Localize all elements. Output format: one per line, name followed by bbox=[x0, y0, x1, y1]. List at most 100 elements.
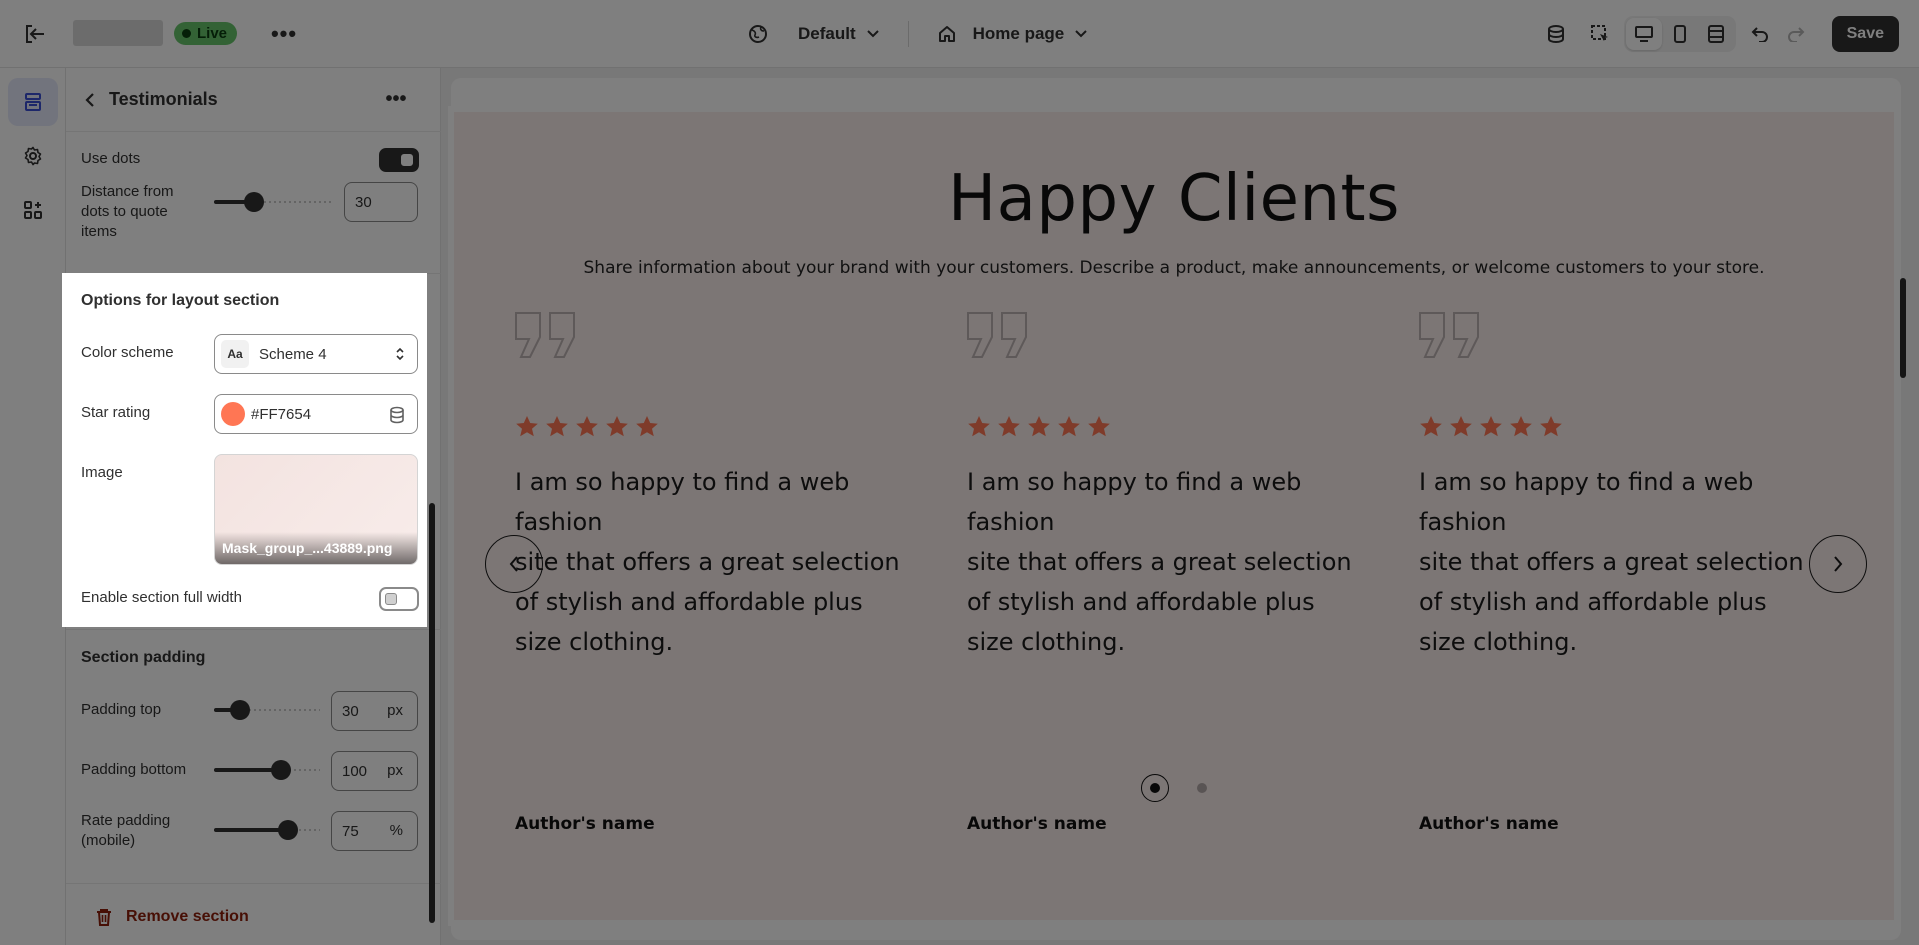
sections-icon[interactable] bbox=[8, 78, 58, 126]
device-toggle-group bbox=[1623, 16, 1736, 52]
rate-padding-value: 75 bbox=[342, 822, 359, 840]
testimonials-preview[interactable]: Happy Clients Share information about yo… bbox=[448, 106, 1900, 926]
padding-top-slider[interactable] bbox=[214, 700, 320, 720]
color-scheme-label: Color scheme bbox=[81, 344, 174, 361]
chevron-down-icon bbox=[866, 30, 879, 38]
padding-top-input[interactable]: 30 px bbox=[331, 691, 418, 731]
full-width-toggle[interactable] bbox=[379, 587, 419, 611]
chevron-left-icon bbox=[509, 556, 518, 572]
panel-header: Testimonials ••• bbox=[66, 68, 441, 132]
star-icon bbox=[1420, 416, 1442, 437]
star-icon bbox=[1088, 416, 1110, 437]
slider-thumb[interactable] bbox=[230, 700, 250, 720]
panel-more-button[interactable]: ••• bbox=[382, 86, 410, 112]
star-rating-color-input[interactable]: #FF7654 bbox=[214, 394, 418, 434]
star-icon bbox=[998, 416, 1020, 437]
star-rating bbox=[1419, 415, 1563, 437]
next-arrow-button[interactable] bbox=[1809, 535, 1867, 593]
toggle-knob bbox=[385, 593, 397, 605]
apps-icon[interactable] bbox=[8, 186, 58, 234]
panel-divider bbox=[66, 629, 441, 630]
section-padding-heading: Section padding bbox=[81, 649, 206, 666]
redo-icon[interactable] bbox=[1778, 16, 1814, 52]
page-dropdown-label: Home page bbox=[972, 24, 1065, 43]
padding-bottom-unit: px bbox=[387, 762, 403, 779]
layout-options-highlight: Options for layout section Color scheme … bbox=[62, 273, 427, 627]
topbar-divider bbox=[907, 21, 909, 47]
panel-scrollbar[interactable] bbox=[428, 143, 436, 945]
preview-subtitle: Share information about your brand with … bbox=[583, 258, 1765, 278]
distance-slider[interactable] bbox=[214, 192, 334, 212]
fullscreen-view-icon[interactable] bbox=[1698, 18, 1734, 50]
color-scheme-value: Scheme 4 bbox=[259, 345, 327, 363]
trash-icon bbox=[97, 909, 111, 926]
back-arrow-icon[interactable] bbox=[78, 88, 102, 112]
globe-icon bbox=[749, 25, 767, 43]
home-icon bbox=[938, 26, 955, 42]
slider-fill bbox=[214, 828, 288, 832]
star-icon bbox=[1028, 416, 1050, 437]
image-label: Image bbox=[81, 464, 123, 481]
testimonial-text: I am so happy to find a web fashion site… bbox=[967, 468, 1352, 656]
rate-padding-slider[interactable] bbox=[214, 820, 320, 840]
testimonial-text: I am so happy to find a web fashion site… bbox=[515, 468, 900, 656]
database-icon[interactable] bbox=[1538, 16, 1574, 52]
use-dots-toggle[interactable] bbox=[379, 148, 419, 172]
live-dot-icon bbox=[182, 29, 191, 38]
store-logo bbox=[73, 20, 163, 46]
star-icon bbox=[1450, 416, 1472, 437]
preview-title: Happy Clients bbox=[948, 162, 1400, 236]
more-actions-button[interactable]: ••• bbox=[270, 21, 298, 46]
distance-input[interactable]: 30 bbox=[344, 182, 418, 222]
theme-dropdown-label: Default bbox=[798, 24, 856, 43]
database-icon[interactable] bbox=[389, 406, 405, 424]
full-width-label: Enable section full width bbox=[81, 589, 242, 606]
color-scheme-select[interactable]: Aa Scheme 4 bbox=[214, 334, 418, 374]
preview-scrollbar[interactable] bbox=[1898, 78, 1908, 940]
slider-thumb[interactable] bbox=[271, 760, 291, 780]
top-bar: Live ••• Default Home page Save bbox=[0, 0, 1919, 68]
testimonial-card: I am so happy to find a web fashion site… bbox=[967, 312, 1387, 834]
mobile-view-icon[interactable] bbox=[1662, 18, 1698, 50]
scrollbar-thumb[interactable] bbox=[429, 503, 435, 923]
top-center: Default Home page bbox=[748, 18, 1088, 50]
gear-icon[interactable] bbox=[8, 132, 58, 180]
panel-title: Testimonials bbox=[109, 89, 218, 109]
testimonial-text: I am so happy to find a web fashion site… bbox=[1419, 468, 1804, 656]
theme-dropdown[interactable]: Default bbox=[748, 24, 880, 44]
rate-padding-unit: % bbox=[389, 822, 403, 839]
testimonial-author: Author's name bbox=[967, 814, 1107, 834]
slider-thumb[interactable] bbox=[278, 820, 298, 840]
quote-icon bbox=[1419, 312, 1479, 358]
padding-bottom-value: 100 bbox=[342, 762, 368, 780]
scrollbar-thumb[interactable] bbox=[1900, 278, 1906, 378]
carousel-dot-active[interactable] bbox=[1141, 774, 1169, 802]
use-dots-label: Use dots bbox=[81, 150, 141, 167]
color-scheme-swatch-icon: Aa bbox=[221, 340, 249, 368]
carousel-dot[interactable] bbox=[1197, 783, 1207, 793]
color-swatch[interactable] bbox=[221, 402, 245, 426]
star-icon bbox=[1540, 416, 1562, 437]
undo-icon[interactable] bbox=[1742, 16, 1778, 52]
rate-padding-input[interactable]: 75 % bbox=[331, 811, 418, 851]
image-filename: Mask_group_...43889.png bbox=[215, 532, 417, 564]
slider-thumb[interactable] bbox=[244, 192, 264, 212]
star-icon bbox=[576, 416, 598, 437]
layout-options-heading: Options for layout section bbox=[81, 292, 280, 309]
image-picker[interactable]: Mask_group_...43889.png bbox=[214, 454, 418, 565]
prev-arrow-button[interactable] bbox=[485, 535, 543, 593]
dot-fill bbox=[1150, 783, 1160, 793]
page-dropdown[interactable]: Home page bbox=[937, 24, 1089, 44]
select-arrows-icon bbox=[396, 347, 404, 361]
desktop-view-icon[interactable] bbox=[1625, 18, 1662, 50]
remove-section-button[interactable]: Remove section bbox=[96, 908, 249, 926]
exit-icon[interactable] bbox=[22, 22, 48, 46]
testimonial-card: I am so happy to find a web fashion site… bbox=[1419, 312, 1839, 834]
padding-bottom-input[interactable]: 100 px bbox=[331, 751, 418, 791]
save-button[interactable]: Save bbox=[1831, 16, 1899, 52]
star-icon bbox=[1058, 416, 1080, 437]
inspector-icon[interactable] bbox=[1582, 16, 1618, 52]
padding-bottom-slider[interactable] bbox=[214, 760, 320, 780]
star-icon bbox=[516, 416, 538, 437]
star-icon bbox=[606, 416, 628, 437]
